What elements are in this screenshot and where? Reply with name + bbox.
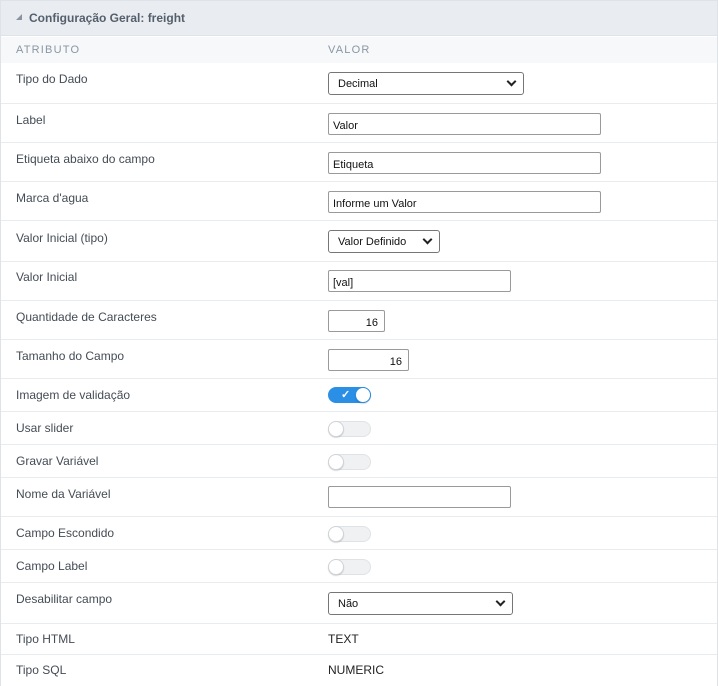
tipo-sql-value: NUMERIC bbox=[328, 663, 384, 677]
campo-escondido-toggle[interactable] bbox=[328, 526, 371, 542]
row-marca-dagua: Marca d'agua bbox=[1, 182, 717, 221]
row-imagem-validacao: Imagem de validação ✓ bbox=[1, 379, 717, 412]
row-campo-label: Campo Label bbox=[1, 550, 717, 583]
row-label: Etiqueta abaixo do campo bbox=[16, 152, 155, 166]
row-label: Tipo HTML bbox=[16, 632, 75, 646]
row-tipo-html: Tipo HTML TEXT bbox=[1, 624, 717, 655]
row-label: Valor Inicial bbox=[16, 270, 78, 284]
tipo-dado-value: Decimal bbox=[338, 78, 378, 90]
tamanho-campo-input[interactable] bbox=[328, 349, 409, 371]
row-label: Usar slider bbox=[16, 421, 74, 435]
row-tipo-sql: Tipo SQL NUMERIC bbox=[1, 655, 717, 686]
row-etiqueta: Etiqueta abaixo do campo bbox=[1, 143, 717, 182]
row-tamanho-campo: Tamanho do Campo bbox=[1, 340, 717, 379]
row-label: Nome da Variável bbox=[16, 487, 111, 501]
desabilitar-campo-select[interactable]: Não bbox=[328, 592, 513, 615]
row-label: Imagem de validação bbox=[16, 388, 131, 402]
row-label: Campo Label bbox=[16, 559, 88, 573]
row-label: Tamanho do Campo bbox=[16, 349, 125, 363]
row-label: Campo Escondido bbox=[16, 526, 115, 540]
row-label: Tipo SQL bbox=[16, 663, 67, 677]
row-valor-inicial-tipo: Valor Inicial (tipo) Valor Definido bbox=[1, 221, 717, 262]
row-label-field: Label bbox=[1, 104, 717, 143]
row-usar-slider: Usar slider bbox=[1, 412, 717, 445]
chevron-down-icon bbox=[495, 596, 506, 607]
qtd-caracteres-input[interactable] bbox=[328, 310, 385, 332]
row-label: Tipo do Dado bbox=[16, 72, 88, 86]
nome-variavel-input[interactable] bbox=[328, 486, 511, 508]
row-nome-variavel: Nome da Variável bbox=[1, 478, 717, 517]
panel-title: Configuração Geral: freight bbox=[29, 11, 186, 25]
toggle-knob bbox=[355, 387, 371, 403]
tipo-html-value: TEXT bbox=[328, 632, 359, 646]
valor-inicial-input[interactable] bbox=[328, 270, 511, 292]
valor-inicial-tipo-select[interactable]: Valor Definido bbox=[328, 230, 440, 253]
row-desabilitar-campo: Desabilitar campo Não bbox=[1, 583, 717, 624]
column-header-attribute: ATRIBUTO bbox=[16, 44, 81, 56]
chevron-down-icon bbox=[422, 234, 433, 245]
gravar-variavel-toggle[interactable] bbox=[328, 454, 371, 470]
etiqueta-input[interactable] bbox=[328, 152, 601, 174]
toggle-knob bbox=[328, 454, 344, 470]
panel-header[interactable]: Configuração Geral: freight bbox=[1, 1, 717, 36]
imagem-validacao-toggle[interactable]: ✓ bbox=[328, 387, 371, 403]
label-input[interactable] bbox=[328, 113, 601, 135]
column-header: ATRIBUTO VALOR bbox=[1, 37, 717, 63]
caret-down-icon[interactable] bbox=[16, 14, 22, 20]
row-label: Gravar Variável bbox=[16, 454, 99, 468]
check-icon: ✓ bbox=[341, 389, 351, 401]
tipo-dado-select[interactable]: Decimal bbox=[328, 72, 524, 95]
row-valor-inicial: Valor Inicial bbox=[1, 262, 717, 301]
row-label: Quantidade de Caracteres bbox=[16, 310, 157, 324]
config-panel: Configuração Geral: freight ATRIBUTO VAL… bbox=[0, 0, 718, 686]
campo-label-toggle[interactable] bbox=[328, 559, 371, 575]
valor-inicial-tipo-value: Valor Definido bbox=[338, 236, 407, 248]
row-label: Marca d'agua bbox=[16, 191, 89, 205]
row-label: Valor Inicial (tipo) bbox=[16, 231, 108, 245]
row-label: Label bbox=[16, 113, 46, 127]
marca-dagua-input[interactable] bbox=[328, 191, 601, 213]
desabilitar-campo-value: Não bbox=[338, 598, 359, 610]
toggle-knob bbox=[328, 421, 344, 437]
row-gravar-variavel: Gravar Variável bbox=[1, 445, 717, 478]
row-tipo-dado: Tipo do Dado Decimal bbox=[1, 63, 717, 104]
usar-slider-toggle[interactable] bbox=[328, 421, 371, 437]
column-header-value: VALOR bbox=[328, 44, 371, 56]
chevron-down-icon bbox=[506, 76, 517, 87]
row-campo-escondido: Campo Escondido bbox=[1, 517, 717, 550]
row-qtd-caracteres: Quantidade de Caracteres bbox=[1, 301, 717, 340]
toggle-knob bbox=[328, 526, 344, 542]
toggle-knob bbox=[328, 559, 344, 575]
row-label: Desabilitar campo bbox=[16, 592, 113, 606]
